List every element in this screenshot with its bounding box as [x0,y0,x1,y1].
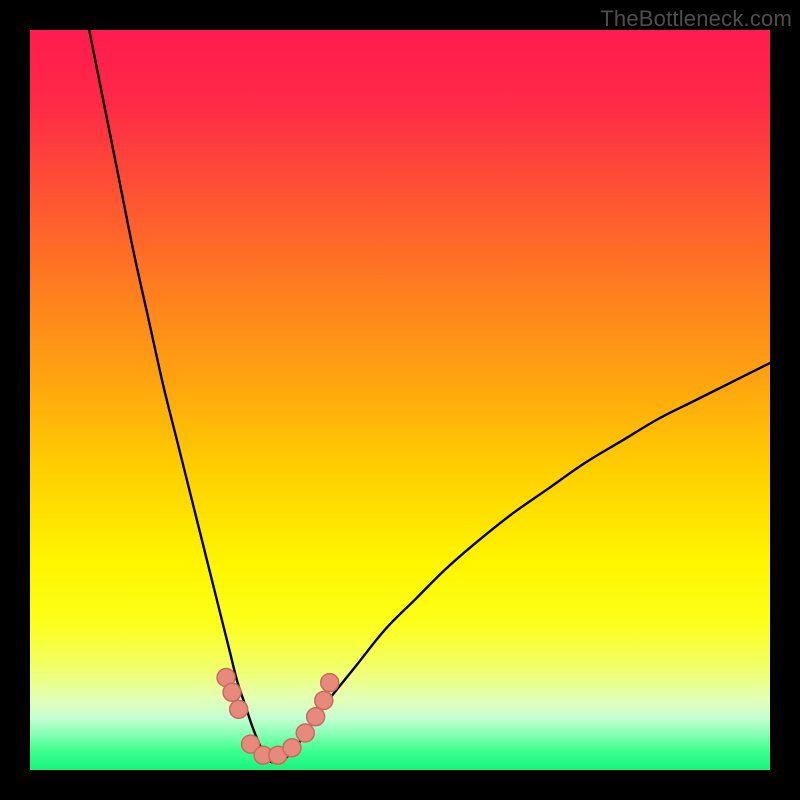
gradient-background [30,30,770,770]
marker-point [230,700,248,718]
marker-point [321,674,339,692]
watermark-text: TheBottleneck.com [600,6,792,32]
marker-point [296,724,314,742]
marker-point [315,691,333,709]
bottleneck-chart [30,30,770,770]
marker-point [307,708,325,726]
chart-frame: TheBottleneck.com [0,0,800,800]
marker-point [283,739,301,757]
marker-point [223,683,241,701]
plot-area [30,30,770,770]
